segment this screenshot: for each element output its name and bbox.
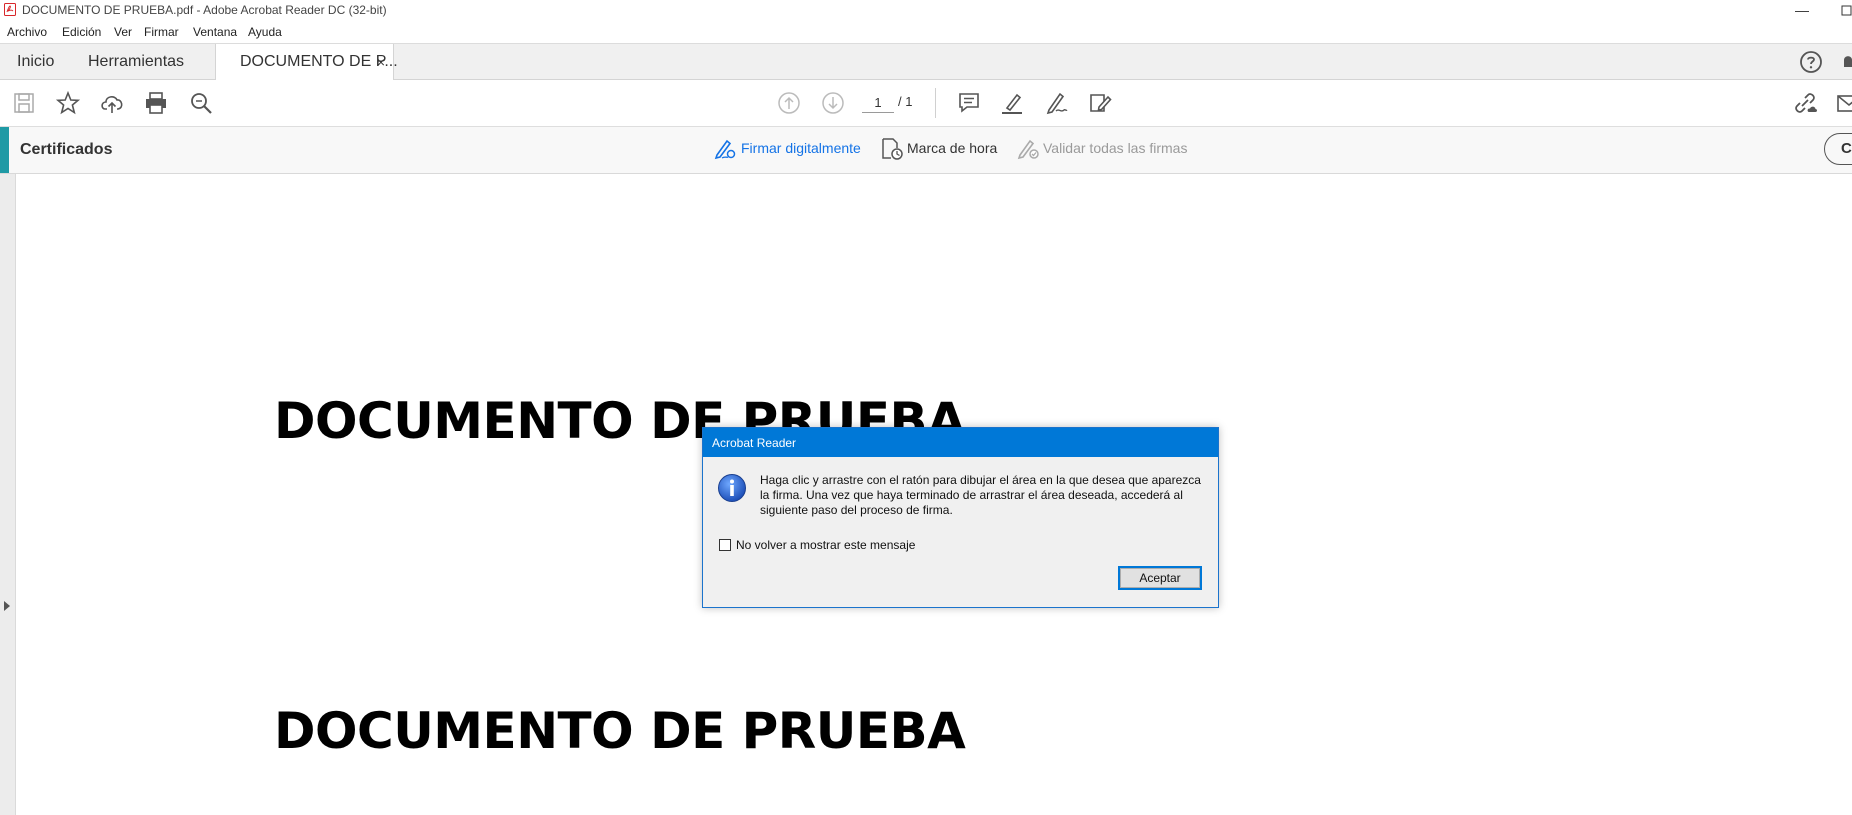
tab-close-button[interactable]: ×: [377, 44, 385, 80]
cloud-upload-icon[interactable]: [99, 90, 125, 116]
tab-document[interactable]: DOCUMENTO DE P... ×: [215, 44, 398, 81]
sign-pen-icon[interactable]: [1043, 90, 1069, 116]
left-navigation-rail[interactable]: [0, 174, 16, 815]
minimize-button[interactable]: —: [1794, 2, 1810, 18]
dialog-titlebar[interactable]: Acrobat Reader: [703, 428, 1218, 457]
menu-edicion[interactable]: Edición: [62, 25, 101, 39]
info-dialog: Acrobat Reader Haga clic y arrastre con …: [702, 427, 1219, 608]
help-icon[interactable]: [1798, 49, 1824, 75]
certificates-bar: Certificados Firmar digitalmente Marca d…: [0, 127, 1852, 174]
save-icon[interactable]: [11, 90, 37, 116]
validate-all-label: Validar todas las firmas: [1043, 140, 1188, 156]
menu-archivo[interactable]: Archivo: [7, 25, 47, 39]
menu-firmar[interactable]: Firmar: [144, 25, 179, 39]
print-icon[interactable]: [143, 90, 169, 116]
dont-show-again-label[interactable]: No volver a mostrar este mensaje: [736, 538, 915, 552]
document-heading-2: DOCUMENTO DE PRUEBA: [274, 702, 966, 760]
timestamp-icon: [879, 136, 905, 162]
info-icon: [717, 473, 747, 503]
acrobat-pdf-icon: [4, 3, 16, 16]
accept-button[interactable]: Aceptar: [1118, 566, 1202, 590]
tab-bar: Inicio Herramientas DOCUMENTO DE P... ×: [0, 43, 1852, 81]
close-certificates-button[interactable]: C: [1824, 133, 1852, 165]
tab-herramientas[interactable]: Herramientas: [88, 44, 184, 80]
sign-digitally-button[interactable]: Firmar digitalmente: [712, 139, 861, 160]
certificates-accent: [0, 127, 9, 173]
comment-icon[interactable]: [956, 90, 982, 116]
dont-show-again-checkbox[interactable]: [719, 539, 731, 551]
dialog-title: Acrobat Reader: [712, 436, 797, 450]
bell-icon[interactable]: [1838, 49, 1852, 75]
maximize-button[interactable]: [1838, 2, 1852, 18]
fill-sign-icon[interactable]: [1087, 90, 1113, 116]
tab-document-label: DOCUMENTO DE P...: [240, 53, 398, 70]
tab-inicio[interactable]: Inicio: [17, 44, 54, 80]
sign-digitally-icon: [712, 136, 738, 162]
certificates-title: Certificados: [20, 141, 113, 158]
page-number-input[interactable]: [862, 92, 894, 113]
expand-panel-arrow-icon[interactable]: [4, 601, 10, 611]
page-down-icon[interactable]: [820, 90, 846, 116]
email-icon[interactable]: [1836, 90, 1852, 116]
zoom-search-icon[interactable]: [188, 90, 214, 116]
menu-bar: Archivo Edición Ver Firmar Ventana Ayuda: [0, 21, 1852, 43]
timestamp-label: Marca de hora: [907, 140, 998, 156]
validate-signatures-icon: [1015, 136, 1041, 162]
page-up-icon[interactable]: [776, 90, 802, 116]
menu-ayuda[interactable]: Ayuda: [248, 25, 282, 39]
menu-ventana[interactable]: Ventana: [193, 25, 237, 39]
sign-digitally-label: Firmar digitalmente: [741, 140, 861, 156]
bookmark-star-icon[interactable]: [55, 90, 81, 116]
window-titlebar: DOCUMENTO DE PRUEBA.pdf - Adobe Acrobat …: [0, 0, 1852, 20]
page-total: / 1: [898, 94, 913, 109]
share-link-icon[interactable]: [1792, 90, 1818, 116]
timestamp-button[interactable]: Marca de hora: [879, 138, 998, 160]
highlight-icon[interactable]: [999, 90, 1025, 116]
main-toolbar: / 1: [0, 80, 1852, 127]
menu-ver[interactable]: Ver: [114, 25, 132, 39]
validate-all-signatures-button[interactable]: Validar todas las firmas: [1015, 139, 1188, 160]
toolbar-divider: [935, 88, 936, 118]
window-title: DOCUMENTO DE PRUEBA.pdf - Adobe Acrobat …: [22, 3, 387, 17]
dialog-message: Haga clic y arrastre con el ratón para d…: [760, 473, 1201, 517]
